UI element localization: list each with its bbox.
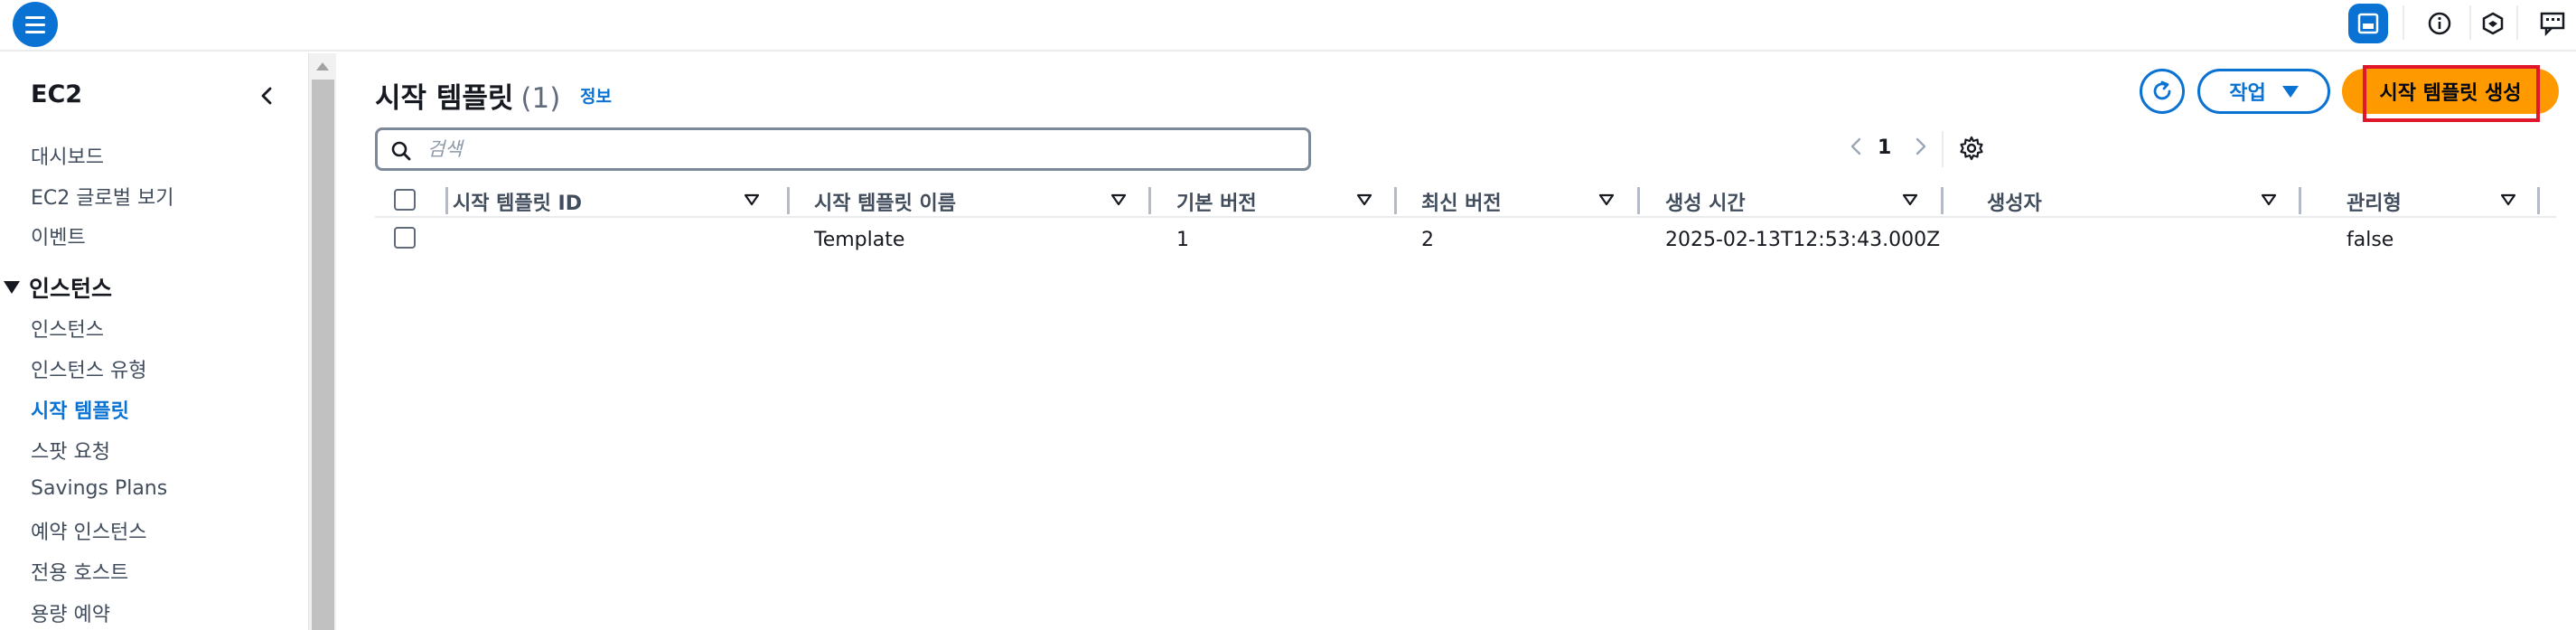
caret-down-icon — [2281, 85, 2299, 98]
sidebar-section-label: 인스턴스 — [29, 276, 113, 302]
toolbar-divider — [2516, 5, 2518, 40]
sort-icon[interactable] — [2500, 193, 2516, 207]
refresh-button[interactable] — [2140, 69, 2185, 114]
cell-created-time: 2025-02-13T12:53:43.000Z — [1665, 229, 1941, 251]
sidebar-item-capacity-reservations[interactable]: 용량 예약 — [31, 598, 110, 627]
sidebar-scrollbar[interactable] — [308, 53, 336, 630]
sidebar-item-instance-types[interactable]: 인스턴스 유형 — [31, 354, 146, 383]
notifications-icon[interactable] — [2473, 4, 2513, 43]
sidebar-item-global-view[interactable]: EC2 글로벌 보기 — [31, 182, 173, 211]
search-input[interactable] — [427, 136, 1286, 163]
column-header-latest-version[interactable]: 최신 버전 — [1421, 187, 1502, 216]
main-content: 시작 템플릿(1) 정보 작업 시작 템플릿 생성 1 시작 템플릿 ID 시작… — [336, 53, 2576, 630]
page-title: 시작 템플릿 (1) — [375, 75, 560, 116]
select-all-checkbox[interactable] — [394, 189, 416, 211]
column-divider — [1637, 187, 1640, 214]
sidebar-item-savings-plans[interactable]: Savings Plans — [31, 477, 167, 500]
refresh-icon — [2153, 80, 2171, 100]
actions-button[interactable]: 작업 — [2197, 69, 2330, 114]
sort-icon[interactable] — [744, 193, 760, 207]
column-header-created-time[interactable]: 생성 시간 — [1665, 187, 1746, 216]
cell-launch-template-name: Template — [814, 229, 905, 251]
caret-down-icon — [4, 281, 20, 294]
row-checkbox[interactable] — [394, 227, 416, 249]
table-row[interactable]: Template 1 2 2025-02-13T12:53:43.000Z fa… — [375, 218, 2556, 263]
column-header-launch-template-id[interactable]: 시작 템플릿 ID — [453, 187, 582, 216]
pager-divider — [1942, 131, 1944, 167]
menu-icon[interactable] — [13, 2, 58, 47]
scroll-up-icon[interactable] — [316, 62, 329, 71]
cell-managed: false — [2347, 229, 2394, 251]
cell-default-version: 1 — [1176, 229, 1189, 251]
sort-icon[interactable] — [1598, 193, 1615, 207]
sort-icon[interactable] — [2261, 193, 2277, 207]
toolbar-divider — [2469, 5, 2471, 40]
sort-icon[interactable] — [1356, 193, 1372, 207]
info-link[interactable]: 정보 — [580, 83, 612, 108]
column-header-default-version[interactable]: 기본 버전 — [1176, 187, 1257, 216]
side-navigation: EC2 대시보드 EC2 글로벌 보기 이벤트 인스턴스 인스턴스 인스턴스 유… — [0, 53, 307, 630]
column-divider — [2299, 187, 2301, 214]
cell-latest-version: 2 — [1421, 229, 1434, 251]
settings-gear-icon[interactable] — [1958, 135, 1985, 162]
column-header-launch-template-name[interactable]: 시작 템플릿 이름 — [814, 187, 956, 216]
next-page-icon[interactable] — [1908, 135, 1932, 158]
collapse-sidebar-icon[interactable] — [253, 82, 280, 109]
sidebar-title[interactable]: EC2 — [31, 80, 82, 108]
sidebar-item-reserved-instances[interactable]: 예약 인스턴스 — [31, 516, 146, 545]
page-title-text: 시작 템플릿 — [375, 82, 514, 115]
sidebar-item-launch-templates[interactable]: 시작 템플릿 — [31, 395, 129, 424]
column-divider — [787, 187, 790, 214]
panel-icon[interactable] — [2348, 4, 2388, 43]
item-count: (1) — [520, 82, 561, 115]
sort-icon[interactable] — [1902, 193, 1918, 207]
search-box[interactable] — [375, 127, 1311, 171]
actions-label: 작업 — [2229, 82, 2266, 105]
column-divider — [445, 187, 448, 214]
sidebar-item-dedicated-hosts[interactable]: 전용 호스트 — [31, 557, 128, 586]
table-header: 시작 템플릿 ID 시작 템플릿 이름 기본 버전 최신 버전 생성 시간 생성… — [375, 182, 2556, 218]
column-header-managed[interactable]: 관리형 — [2347, 187, 2402, 216]
column-header-owner[interactable]: 생성자 — [1987, 187, 2042, 216]
feedback-icon[interactable] — [2533, 4, 2572, 43]
column-divider — [1941, 187, 1944, 214]
highlight-box — [2363, 65, 2540, 122]
sidebar-item-spot-requests[interactable]: 스팟 요청 — [31, 436, 110, 465]
column-divider — [1148, 187, 1151, 214]
sort-icon[interactable] — [1110, 193, 1127, 207]
column-divider — [1394, 187, 1397, 214]
toolbar-divider — [2403, 5, 2404, 40]
scrollbar-thumb[interactable] — [312, 80, 334, 630]
info-icon[interactable] — [2420, 4, 2459, 43]
sidebar-item-dashboard[interactable]: 대시보드 — [31, 141, 104, 170]
top-navigation-bar — [0, 0, 2576, 52]
search-icon — [391, 141, 411, 161]
column-divider — [2537, 187, 2540, 214]
previous-page-icon[interactable] — [1845, 135, 1869, 158]
sidebar-section-instances[interactable]: 인스턴스 — [4, 271, 112, 304]
sidebar-item-instances[interactable]: 인스턴스 — [31, 314, 104, 343]
current-page-number[interactable]: 1 — [1878, 136, 1891, 159]
sidebar-item-events[interactable]: 이벤트 — [31, 221, 86, 250]
